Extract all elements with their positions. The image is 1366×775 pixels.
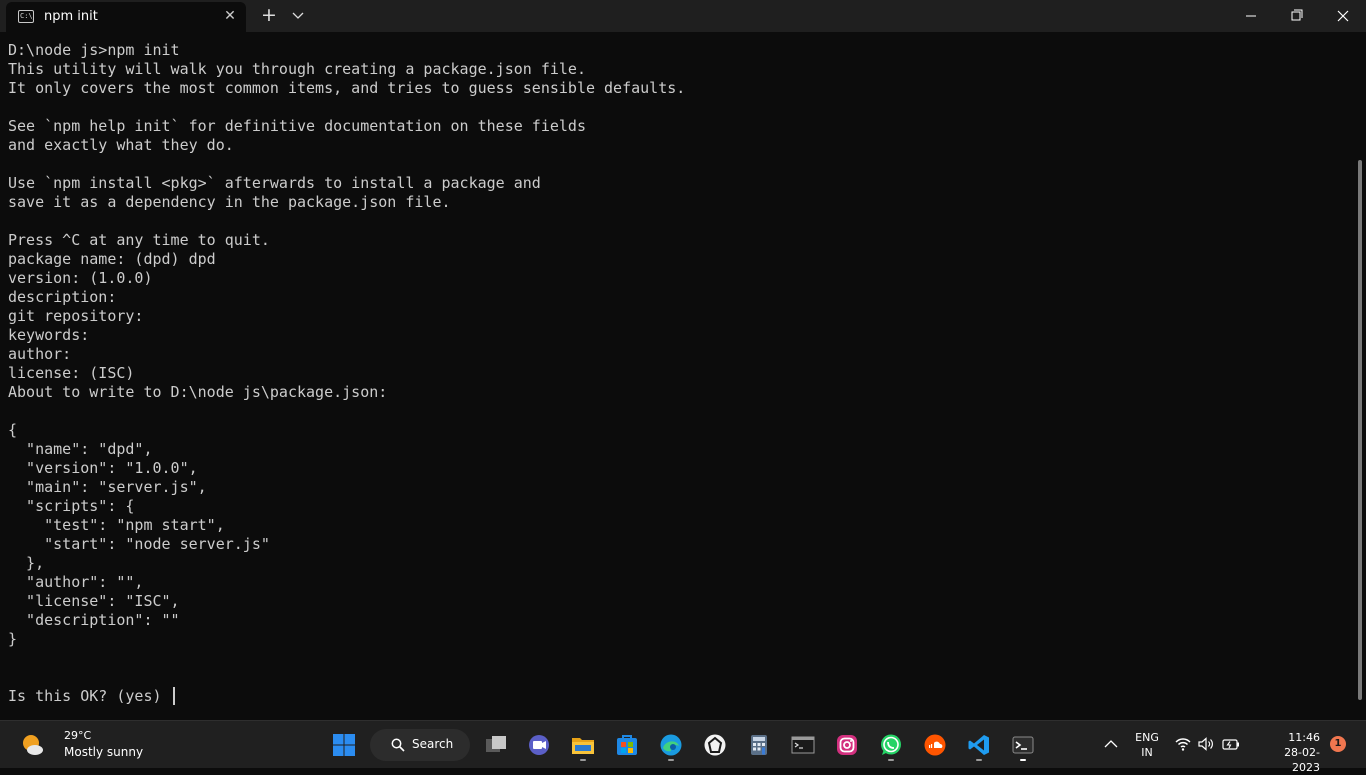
- terminal-output: D:\node js>npm init This utility will wal…: [8, 41, 685, 649]
- weather-temp: 29°C: [64, 729, 92, 742]
- app-icon[interactable]: [699, 729, 731, 761]
- terminal-line: "author": "",: [8, 573, 144, 591]
- file-explorer-icon[interactable]: [567, 729, 599, 761]
- start-button[interactable]: [328, 729, 360, 761]
- store-icon[interactable]: [611, 729, 643, 761]
- calculator-icon[interactable]: [743, 729, 775, 761]
- terminal-line: About to write to D:\node js\package.jso…: [8, 383, 388, 401]
- close-window-button[interactable]: [1320, 0, 1366, 32]
- vscode-icon[interactable]: [963, 729, 995, 761]
- terminal-line: author:: [8, 345, 72, 363]
- terminal-pane[interactable]: D:\node js>npm init This utility will wal…: [0, 32, 1356, 720]
- tab-title: npm init: [44, 9, 98, 24]
- prompt-text: Is this OK? (yes): [8, 687, 171, 705]
- language-code: ENG: [1135, 731, 1159, 744]
- close-tab-icon[interactable]: ✕: [220, 6, 240, 26]
- terminal-line: "name": "dpd",: [8, 440, 153, 458]
- volume-icon[interactable]: [1197, 735, 1215, 753]
- scrollbar-thumb[interactable]: [1358, 160, 1362, 700]
- text-cursor: [172, 687, 175, 705]
- terminal-prompt-line[interactable]: Is this OK? (yes): [8, 687, 175, 706]
- taskbar: 29°C Mostly sunny Search ENG IN 11:46 28…: [0, 720, 1366, 774]
- running-indicator: [668, 759, 674, 761]
- terminal-line: and exactly what they do.: [8, 136, 234, 154]
- search-label: Search: [412, 737, 454, 751]
- tab-npm-init[interactable]: C:\_ npm init ✕: [6, 2, 246, 32]
- terminal-line: "start": "node server.js": [8, 535, 270, 553]
- clock-time[interactable]: 11:46: [1280, 730, 1320, 745]
- terminal-line: save it as a dependency in the package.j…: [8, 193, 451, 211]
- terminal-line: It only covers the most common items, an…: [8, 79, 686, 97]
- terminal-line: "test": "npm start",: [8, 516, 225, 534]
- terminal-line: keywords:: [8, 326, 90, 344]
- terminal-line: {: [8, 421, 18, 439]
- restore-button[interactable]: [1274, 0, 1320, 32]
- terminal-line: "description": "": [8, 611, 180, 629]
- terminal-line: package name: (dpd) dpd: [8, 250, 216, 268]
- clock-date[interactable]: 28-02-2023: [1280, 745, 1320, 775]
- search-button[interactable]: Search: [370, 729, 470, 761]
- chat-icon[interactable]: [523, 729, 555, 761]
- running-indicator: [888, 759, 894, 761]
- cmd-tab-icon: C:\_: [18, 10, 34, 23]
- sun-cloud-icon: [20, 733, 44, 757]
- minimize-button[interactable]: [1228, 0, 1274, 32]
- task-view-icon[interactable]: [480, 729, 512, 761]
- instagram-icon[interactable]: [831, 729, 863, 761]
- terminal-line: }: [8, 630, 18, 648]
- terminal-line: This utility will walk you through creat…: [8, 60, 586, 78]
- language-indicator[interactable]: ENG IN: [1132, 730, 1162, 760]
- terminal-icon[interactable]: [1007, 729, 1039, 761]
- region-code: IN: [1141, 746, 1153, 759]
- terminal-line: "license": "ISC",: [8, 592, 180, 610]
- notification-badge[interactable]: 1: [1330, 736, 1346, 752]
- terminal-line: license: (ISC): [8, 364, 135, 382]
- title-bar: C:\_ npm init ✕ +: [0, 0, 1366, 32]
- search-icon: [391, 738, 405, 752]
- weather-desc: Mostly sunny: [64, 745, 144, 759]
- terminal-line: "scripts": {: [8, 497, 135, 515]
- weather-widget[interactable]: 29°C Mostly sunny: [14, 721, 164, 769]
- terminal-line: See `npm help init` for definitive docum…: [8, 117, 586, 135]
- running-indicator: [580, 759, 586, 761]
- whatsapp-icon[interactable]: [875, 729, 907, 761]
- windows-logo-icon: [333, 734, 355, 756]
- terminal-line: git repository:: [8, 307, 144, 325]
- new-tab-button[interactable]: +: [258, 4, 280, 26]
- terminal-line: "version": "1.0.0",: [8, 459, 198, 477]
- edge-icon[interactable]: [655, 729, 687, 761]
- command-prompt-icon[interactable]: [787, 729, 819, 761]
- terminal-line: "main": "server.js",: [8, 478, 207, 496]
- wifi-icon[interactable]: [1174, 735, 1192, 753]
- battery-icon[interactable]: [1222, 735, 1240, 753]
- terminal-line: Use `npm install <pkg>` afterwards to in…: [8, 174, 541, 192]
- chevron-up-icon[interactable]: [1100, 733, 1122, 755]
- chevron-down-icon[interactable]: [289, 6, 307, 24]
- running-indicator: [1020, 759, 1026, 761]
- soundcloud-icon[interactable]: [919, 729, 951, 761]
- terminal-line: description:: [8, 288, 117, 306]
- running-indicator: [976, 759, 982, 761]
- terminal-line: },: [8, 554, 45, 572]
- terminal-line: Press ^C at any time to quit.: [8, 231, 270, 249]
- terminal-line: version: (1.0.0): [8, 269, 153, 287]
- terminal-line: D:\node js>npm init: [8, 41, 180, 59]
